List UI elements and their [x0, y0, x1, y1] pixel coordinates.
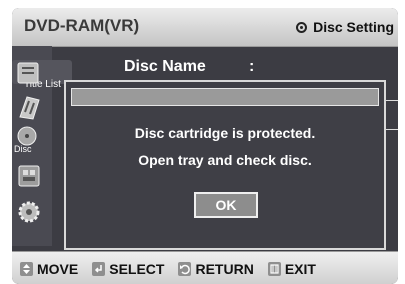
title-list-icon — [17, 62, 39, 84]
ok-button[interactable]: OK — [194, 192, 258, 218]
dvd-menu-frame: DVD-RAM(VR) Disc Setting Title List Disc… — [12, 8, 398, 284]
footer-select: SELECT — [92, 261, 164, 277]
footer-exit: EXIT — [267, 260, 316, 277]
sidebar-item-playlist[interactable] — [12, 90, 52, 122]
disc-manager-icon — [17, 126, 37, 146]
top-bar: DVD-RAM(VR) Disc Setting — [12, 8, 398, 47]
footer-select-label: SELECT — [109, 260, 165, 277]
disc-name-colon: : — [249, 58, 255, 75]
sidebar-item-setup[interactable] — [12, 196, 52, 230]
return-icon — [178, 261, 192, 276]
footer-return-label: RETURN — [195, 260, 254, 277]
updown-arrows-icon — [20, 261, 33, 276]
sidebar: Title List Disc — [12, 46, 72, 246]
disc-setting-label: Disc Setting — [313, 19, 394, 35]
timer-icon — [18, 165, 40, 187]
sidebar-item-timer[interactable] — [12, 160, 52, 194]
protected-disc-dialog: Disc cartridge is protected. Open tray a… — [64, 80, 386, 250]
footer-return: RETURN — [178, 260, 254, 277]
sidebar-item-title-list[interactable] — [12, 54, 52, 90]
setup-gear-icon — [18, 201, 40, 223]
playlist-icon — [19, 96, 40, 120]
dialog-message-line1: Disc cartridge is protected. — [134, 125, 316, 141]
disc-name-label: Disc Name — [124, 58, 206, 75]
footer-move-label: MOVE — [37, 260, 79, 277]
dialog-title-bar — [71, 88, 379, 106]
enter-icon — [92, 261, 106, 276]
footer-move: MOVE — [20, 261, 78, 277]
mode-title: DVD-RAM(VR) — [24, 16, 140, 35]
dialog-message-line2: Open tray and check disc. — [138, 152, 312, 168]
sidebar-item-disc-label: Disc — [14, 144, 32, 154]
disc-icon — [296, 21, 308, 33]
menu-icon — [267, 261, 281, 276]
footer-help-bar: MOVE SELECT RETURN EXIT — [12, 251, 398, 284]
disc-setting-indicator: Disc Setting — [296, 19, 394, 35]
footer-exit-label: EXIT — [284, 260, 316, 277]
sidebar-item-disc-manager[interactable]: Disc — [12, 124, 52, 158]
